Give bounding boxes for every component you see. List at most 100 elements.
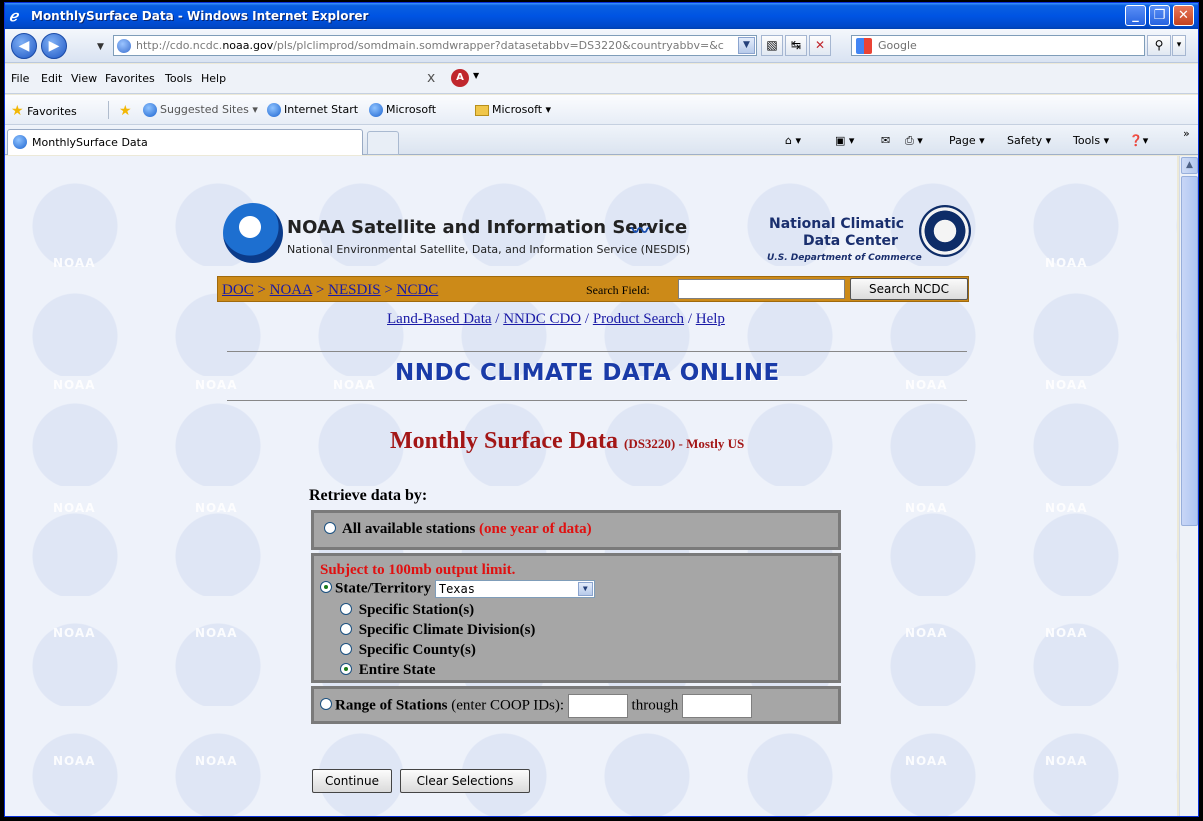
refresh-icon[interactable]: ↹ (785, 35, 807, 56)
opt-county-row[interactable]: Specific County(s) (340, 642, 476, 659)
service-subtitle: National Environmental Satellite, Data, … (287, 243, 691, 256)
add-favorite-icon[interactable]: ★ (119, 103, 132, 119)
help-menu[interactable]: ❓▾ (1129, 134, 1148, 147)
all-stations-radio[interactable] (324, 522, 336, 534)
doc-name: U.S. Department of Commerce (767, 253, 922, 263)
search-placeholder: Google (878, 39, 917, 52)
menu-favorites[interactable]: Favorites (105, 72, 155, 85)
continue-button[interactable]: Continue (312, 769, 392, 793)
dataset-code: (DS3220) (623, 436, 676, 451)
menu-edit[interactable]: Edit (41, 72, 62, 85)
entire-state-radio[interactable] (340, 663, 352, 675)
crumb-ncdc[interactable]: NCDC (397, 282, 439, 298)
land-based-data-link[interactable]: Land-Based Data (387, 311, 492, 327)
product-search-link[interactable]: Product Search (593, 311, 684, 327)
page-title: Monthly Surface Data (DS3220) - Mostly U… (390, 428, 745, 454)
watermark: NOAA (905, 501, 948, 515)
help-link[interactable]: Help (696, 311, 725, 327)
tools-menu[interactable]: Tools ▾ (1073, 134, 1109, 147)
noaa-logo[interactable] (223, 203, 283, 263)
home-icon[interactable]: ⌂ ▾ (785, 134, 801, 147)
maximize-button[interactable]: ❐ (1149, 5, 1170, 26)
back-button[interactable]: ◀ (11, 33, 37, 59)
opt-division-row[interactable]: Specific Climate Division(s) (340, 622, 535, 639)
star-icon: ★ (11, 103, 24, 119)
menu-help[interactable]: Help (201, 72, 226, 85)
opt-station-row[interactable]: Specific Station(s) (340, 602, 474, 619)
range-radio[interactable] (320, 698, 332, 711)
watermark: NOAA (905, 754, 948, 768)
all-stations-section: All available stations (one year of data… (311, 510, 841, 550)
clear-selections-button[interactable]: Clear Selections (400, 769, 530, 793)
minimize-button[interactable]: _ (1125, 5, 1146, 26)
commerce-seal[interactable] (919, 205, 971, 257)
opt-entire-row[interactable]: Entire State (340, 662, 436, 679)
page-content: NOAA NOAA NOAA NOAA NOAA NOAA NOAA NOAA … (5, 156, 1177, 816)
microsoft-folder[interactable]: Microsoft ▾ (475, 103, 551, 116)
favorites-button[interactable]: ★ Favorites (11, 103, 77, 119)
compatibility-icon[interactable]: ▧ (761, 35, 783, 56)
state-section: Subject to 100mb output limit. State/Ter… (311, 553, 841, 683)
more-chevron-icon[interactable]: » (1183, 127, 1190, 140)
watermark: NOAA (333, 378, 376, 392)
ie-logo-icon: ℯ (9, 7, 18, 25)
scroll-up-icon[interactable]: ▲ (1181, 157, 1198, 174)
watermark: NOAA (53, 378, 96, 392)
close-toolbar-icon[interactable]: x (427, 70, 435, 86)
search-go-icon[interactable]: ⚲ (1147, 35, 1171, 56)
title-bar: ℯ MonthlySurface Data - Windows Internet… (5, 3, 1198, 29)
county-radio[interactable] (340, 643, 352, 655)
menu-tools[interactable]: Tools (165, 72, 192, 85)
division-radio[interactable] (340, 623, 352, 635)
internet-start-link[interactable]: Internet Start (267, 103, 358, 117)
tab-bar: MonthlySurface Data ⌂ ▾ ▣ ▾ ✉ ⎙ ▾ Page ▾… (5, 125, 1198, 155)
address-url[interactable]: http://cdo.ncdc.noaa.gov/pls/plclimprod/… (136, 39, 736, 52)
address-dropdown-icon[interactable]: ▼ (738, 37, 755, 54)
history-dropdown-icon[interactable]: ▼ (97, 42, 104, 52)
ncdc-search-input[interactable] (678, 279, 845, 299)
forward-button[interactable]: ▶ (41, 33, 67, 59)
menu-view[interactable]: View (71, 72, 97, 85)
watermark: NOAA (195, 501, 238, 515)
breadcrumb-bar: DOC > NOAA > NESDIS > NCDC Search Field:… (217, 276, 969, 302)
station-radio[interactable] (340, 603, 352, 615)
range-start-input[interactable] (567, 694, 628, 718)
crumb-nesdis[interactable]: NESDIS (328, 282, 381, 298)
service-title: NOAA Satellite and Information Service (287, 217, 688, 238)
mail-icon[interactable]: ✉ (881, 134, 890, 147)
search-box[interactable]: Google (851, 35, 1145, 56)
search-ncdc-button[interactable]: Search NCDC (850, 278, 968, 300)
nndc-cdo-link[interactable]: NNDC CDO (503, 311, 581, 327)
watermark: NOAA (53, 754, 96, 768)
pdf-dropdown-icon[interactable]: ▼ (473, 71, 479, 80)
watermark: NOAA (1045, 256, 1088, 270)
crumb-doc[interactable]: DOC (222, 282, 254, 298)
new-tab-button[interactable] (367, 131, 399, 155)
watermark: NOAA (905, 626, 948, 640)
help-icon: ❓ (1129, 134, 1143, 147)
safety-menu[interactable]: Safety ▾ (1007, 134, 1051, 147)
state-select[interactable]: Texas ▼ (434, 580, 595, 598)
state-radio[interactable] (320, 581, 332, 594)
range-end-input[interactable] (681, 694, 752, 718)
suggested-sites-link[interactable]: Suggested Sites ▾ (143, 103, 258, 117)
state-label: State/Territory (335, 580, 432, 597)
print-icon[interactable]: ⎙ ▾ (905, 134, 923, 148)
menu-file[interactable]: File (11, 72, 29, 85)
tab-monthly-surface[interactable]: MonthlySurface Data (7, 129, 363, 155)
watermark: NOAA (1045, 754, 1088, 768)
address-bar[interactable]: http://cdo.ncdc.noaa.gov/pls/plclimprod/… (113, 35, 757, 56)
scroll-thumb[interactable] (1181, 176, 1198, 526)
page-menu[interactable]: Page ▾ (949, 134, 985, 147)
stop-icon[interactable]: ✕ (809, 35, 831, 56)
site-globe-icon (117, 39, 131, 53)
microsoft-link[interactable]: Microsoft (369, 103, 436, 117)
feeds-icon[interactable]: ▣ ▾ (835, 134, 854, 147)
search-options-icon[interactable]: ▾ (1172, 35, 1186, 56)
crumb-noaa[interactable]: NOAA (270, 282, 313, 298)
all-stations-row[interactable]: All available stations (one year of data… (324, 521, 592, 538)
watermark: NOAA (53, 501, 96, 515)
pdf-icon[interactable]: A (451, 69, 469, 87)
vertical-scrollbar[interactable]: ▲ (1179, 156, 1198, 816)
close-button[interactable]: ✕ (1173, 5, 1194, 26)
